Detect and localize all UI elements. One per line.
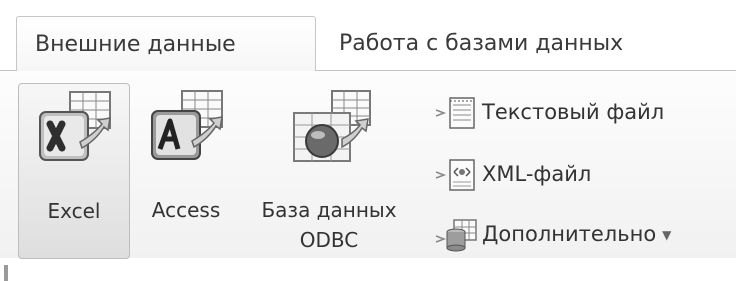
import-odbc-label-line1: База данных bbox=[261, 198, 397, 222]
ribbon-panel: Excel Access База данных ODBC Текстовый … bbox=[0, 70, 736, 281]
import-odbc-button[interactable]: База данных ODBC bbox=[240, 83, 418, 259]
odbc-database-import-icon bbox=[284, 89, 374, 173]
import-text-file-button[interactable]: Текстовый файл bbox=[430, 89, 736, 135]
import-more-dropdown[interactable]: Дополнительно ▼ bbox=[430, 211, 736, 257]
excel-import-icon bbox=[34, 90, 114, 172]
import-odbc-label: База данных ODBC bbox=[240, 195, 418, 255]
import-xml-file-button[interactable]: XML-файл bbox=[430, 151, 736, 197]
text-file-import-icon bbox=[434, 96, 478, 146]
xml-file-import-icon bbox=[434, 158, 478, 208]
import-access-button[interactable]: Access bbox=[138, 83, 234, 259]
import-more-label: Дополнительно bbox=[482, 222, 657, 246]
more-import-icon bbox=[434, 218, 478, 268]
import-text-file-label: Текстовый файл bbox=[482, 100, 665, 124]
import-odbc-label-line2: ODBC bbox=[299, 228, 359, 252]
ribbon-tab-bar: Внешние данные Работа с базами данных bbox=[0, 0, 736, 71]
import-excel-button[interactable]: Excel bbox=[18, 83, 130, 259]
group-edge-marker bbox=[4, 265, 8, 281]
import-excel-label: Excel bbox=[47, 199, 101, 223]
import-xml-file-label: XML-файл bbox=[482, 162, 592, 186]
chevron-down-icon: ▼ bbox=[662, 228, 672, 242]
import-access-label: Access bbox=[151, 198, 221, 222]
tab-database-tools[interactable]: Работа с базами данных bbox=[321, 16, 736, 71]
access-import-icon bbox=[146, 89, 226, 171]
tab-external-data[interactable]: Внешние данные bbox=[16, 16, 316, 71]
import-more-label-wrap: Дополнительно ▼ bbox=[482, 211, 671, 258]
